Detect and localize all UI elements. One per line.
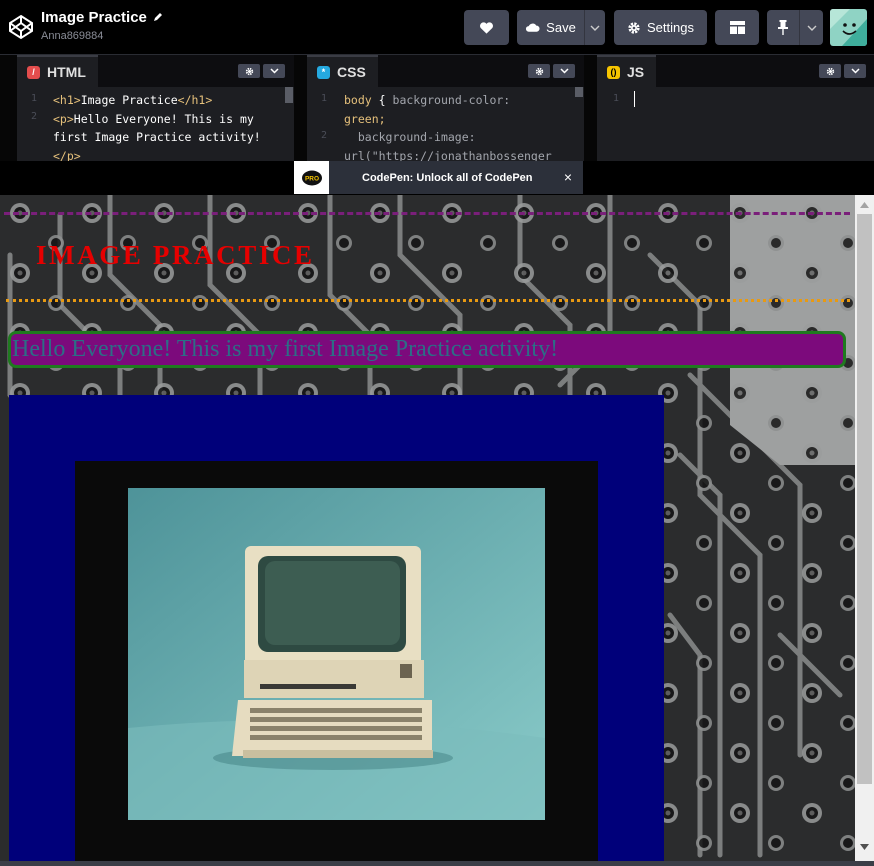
pin-icon xyxy=(778,20,788,35)
dotted-divider xyxy=(6,299,850,302)
text-cursor xyxy=(634,91,635,107)
code-token: first Image Practice activity! xyxy=(53,130,261,145)
js-editor-pane[interactable]: () JS 1 xyxy=(597,55,874,161)
gear-icon[interactable] xyxy=(528,64,550,78)
settings-button[interactable]: Settings xyxy=(614,10,707,45)
line-number: 1 xyxy=(612,93,619,104)
codepen-logo-icon[interactable] xyxy=(8,14,34,40)
code-token: <p> xyxy=(53,111,74,126)
tab-html[interactable]: / HTML xyxy=(17,55,98,87)
save-label: Save xyxy=(546,20,576,35)
code-token: Image Practice xyxy=(80,93,178,107)
author-name[interactable]: Anna869884 xyxy=(41,30,103,42)
code-token: Hello Everyone! This is my xyxy=(73,111,254,126)
tab-css[interactable]: * CSS xyxy=(307,55,378,87)
tab-css-label: CSS xyxy=(337,64,366,80)
html-editor-pane[interactable]: / HTML 1 2 <h1>Image Practice</h1> <p>He… xyxy=(17,55,294,163)
close-icon[interactable]: × xyxy=(564,169,572,185)
code-token: background-image: xyxy=(357,130,476,145)
intro-paragraph: Hello Everyone! This is my first Image P… xyxy=(12,336,559,362)
line-number: 1 xyxy=(320,93,327,104)
editor-scrollbar[interactable] xyxy=(285,87,293,103)
code-token: <h1> xyxy=(53,93,81,107)
line-number: 2 xyxy=(320,130,327,141)
pen-title[interactable]: Image Practice xyxy=(41,9,147,26)
code-token: green; xyxy=(344,111,386,126)
css-code[interactable]: body { background-color: green; backgrou… xyxy=(344,91,576,165)
chevron-down-icon xyxy=(807,25,816,31)
bottom-bar xyxy=(0,861,874,866)
promo-text[interactable]: CodePen: Unlock all of CodePen xyxy=(362,172,533,184)
dashed-divider xyxy=(4,212,850,215)
pro-badge: PRO xyxy=(294,161,329,194)
pin-button[interactable] xyxy=(767,10,799,45)
scroll-down-icon[interactable] xyxy=(860,844,869,850)
code-token: </h1> xyxy=(177,93,213,107)
tab-js-label: JS xyxy=(627,64,645,80)
pin-options-button[interactable] xyxy=(799,10,823,45)
header-bar: Image Practice Anna869884 Save Settings xyxy=(0,0,874,55)
code-token: body xyxy=(344,93,372,107)
line-number: 1 xyxy=(30,93,37,104)
editor-area: / HTML 1 2 <h1>Image Practice</h1> <p>He… xyxy=(0,55,874,163)
chevron-down-icon[interactable] xyxy=(844,64,866,78)
pro-badge-text: PRO xyxy=(304,175,318,182)
chevron-down-icon xyxy=(590,25,600,31)
settings-label: Settings xyxy=(647,20,694,35)
chevron-down-icon[interactable] xyxy=(553,64,575,78)
promo-banner[interactable]: PRO CodePen: Unlock all of CodePen × xyxy=(294,161,583,194)
cloud-icon xyxy=(526,23,540,32)
save-options-button[interactable] xyxy=(584,10,605,45)
tab-html-label: HTML xyxy=(47,64,86,80)
avatar[interactable] xyxy=(830,9,867,46)
pencil-icon[interactable] xyxy=(152,11,164,23)
editor-scrollbar[interactable] xyxy=(575,87,583,97)
code-token: { xyxy=(378,93,386,107)
js-lang-icon: () xyxy=(607,65,620,79)
scrollbar-thumb[interactable] xyxy=(857,214,872,784)
html-lang-icon: / xyxy=(27,65,40,79)
layout-icon xyxy=(729,21,745,34)
css-editor-pane[interactable]: * CSS 1 2 body { background-color: green… xyxy=(307,55,584,163)
line-number: 2 xyxy=(30,111,37,122)
tab-js[interactable]: () JS xyxy=(597,55,657,87)
gear-icon[interactable] xyxy=(819,64,841,78)
retro-computer-image xyxy=(128,488,545,820)
heart-icon xyxy=(480,21,493,34)
heart-button[interactable] xyxy=(464,10,509,45)
save-button[interactable]: Save xyxy=(517,10,584,45)
preview-pane[interactable]: IMAGE PRACTICE Hello Everyone! This is m… xyxy=(0,195,855,861)
page-heading: IMAGE PRACTICE xyxy=(36,240,315,270)
gear-icon[interactable] xyxy=(238,64,260,78)
scroll-up-icon[interactable] xyxy=(860,202,869,208)
change-view-button[interactable] xyxy=(715,10,759,45)
code-token: background-color: xyxy=(392,93,511,107)
html-code[interactable]: <h1>Image Practice</h1> <p>Hello Everyon… xyxy=(53,91,283,165)
css-lang-icon: * xyxy=(317,65,330,79)
gear-icon xyxy=(628,21,640,34)
chevron-down-icon[interactable] xyxy=(263,64,285,78)
